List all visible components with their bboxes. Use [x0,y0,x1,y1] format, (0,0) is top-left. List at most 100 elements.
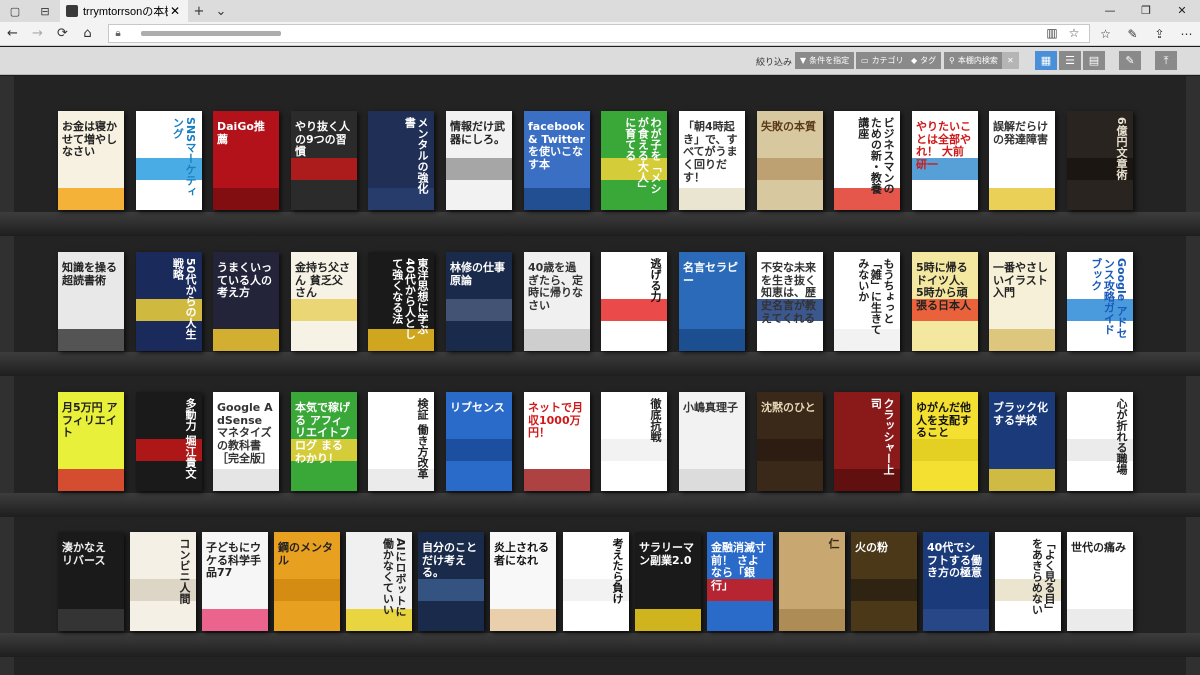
filter-label: 絞り込み [756,58,793,68]
book-cover[interactable]: ネットで月収1000万円！ [524,392,590,491]
book-title: DaiGo推薦 [217,120,265,146]
close-window-button[interactable]: ✕ [1164,0,1200,22]
book-cover[interactable]: 「よく見る目」をあきらめない [995,532,1061,631]
book-title: 情報だけ武器にしろ。 [450,120,505,146]
book-cover[interactable]: サラリーマン副業2.0 [635,532,701,631]
book-cover[interactable]: 月5万円 アフィリエイト [58,392,124,491]
favorite-star-icon[interactable]: ☆ [1063,25,1085,42]
book-cover[interactable]: 失敗の本質 [757,111,823,210]
book-cover[interactable]: やり抜く人の9つの習慣 [291,111,357,210]
refresh-button[interactable]: ⟳ [50,26,75,41]
share-icon[interactable]: ⇪ [1146,22,1173,46]
more-menu-icon[interactable]: ⋯ [1173,22,1200,46]
book-cover[interactable]: 火の粉 [851,532,917,631]
book-cover[interactable]: Google AdSense マネタイズの教科書［完全版］ [213,392,279,491]
book-cover[interactable]: 小嶋真理子 [679,392,745,491]
home-button[interactable]: ⌂ [75,26,100,41]
book-cover[interactable]: コンビニ人間 [130,532,196,631]
book-cover[interactable]: メンタルの強化書 [368,111,434,210]
clear-filter-button[interactable]: ✕ [1002,52,1019,69]
book-cover[interactable]: お金は寝かせて増やしなさい [58,111,124,210]
book-cover[interactable]: 情報だけ武器にしろ。 [446,111,512,210]
tab-actions-icon[interactable]: ▢ [0,0,30,22]
book-cover[interactable]: 誤解だらけの発達障害 [989,111,1055,210]
book-cover[interactable]: 一番やさしいイラスト入門 [989,252,1055,351]
book-cover[interactable]: 炎上される者になれ [490,532,556,631]
book-cover[interactable]: 本気で稼げる アフィリエイトブログ まるわかり！ [291,392,357,491]
book-cover[interactable]: ビジネスマンのための新・教養講座 [834,111,900,210]
book-cover[interactable]: やりたいことは全部やれ！ 大前研一 [912,111,978,210]
book-cover[interactable]: 湊かなえ リバース [58,532,124,631]
browser-tab-bar: ▢ ⊟ trrymtorrsonの本棚 (trry ✕ + ⌄ — ❐ ✕ [0,0,1200,22]
book-cover[interactable]: facebook & Twitterを使いこなす本 [524,111,590,210]
grid-view-button[interactable]: ▦ [1035,51,1057,70]
book-cover[interactable]: 東洋思想に学ぶ 40代から人として強くなる法 [368,252,434,351]
book-cover[interactable]: Google アドセンス攻略ガイドブック [1067,252,1133,351]
book-cover[interactable]: ブラック化する学校 [989,392,1055,491]
book-title: Google アドセンス攻略ガイドブック [1089,258,1128,339]
book-cover[interactable]: 自分のことだけ考える。 [418,532,484,631]
book-cover[interactable]: 鋼のメンタル [274,532,340,631]
web-note-icon[interactable]: ✎ [1119,22,1146,46]
book-cover[interactable]: もうちょっと「雑」に生きてみないか [834,252,900,351]
reading-view-icon[interactable]: ▥ [1041,25,1063,42]
book-cover[interactable]: リブセンス [446,392,512,491]
settings-wrench-icon[interactable]: ✎ [1119,51,1141,70]
site-favicon-icon [66,5,78,17]
tab-preview-icon[interactable]: ⊟ [30,0,60,22]
book-title: 6億円文章術 [1115,117,1128,180]
book-cover[interactable]: 林修の仕事原論 [446,252,512,351]
book-cover[interactable]: クラッシャー上司 [834,392,900,491]
favorites-list-icon[interactable]: ☆ [1092,22,1119,46]
tab-bookshelf[interactable]: trrymtorrsonの本棚 (trry ✕ [60,0,188,22]
book-title: 子どもにウケる科学手品77 [206,541,261,580]
book-cover[interactable]: 沈黙のひと [757,392,823,491]
scroll-top-button[interactable]: ⤒ [1155,51,1177,70]
book-cover[interactable]: ゆがんだ他人を支配すること [912,392,978,491]
book-cover[interactable]: 「朝4時起き」で、すべてがうまく回りだす！ [679,111,745,210]
book-cover[interactable]: 5時に帰るドイツ人、5時から頑張る日本人 [912,252,978,351]
book-cover[interactable]: 検証 働き方改革 [368,392,434,491]
book-cover-band [757,158,823,180]
tab-menu-chevron-icon[interactable]: ⌄ [210,4,232,19]
book-cover[interactable]: 金融消滅寸前！ さよなら「銀行」 [707,532,773,631]
detail-view-button[interactable]: ▤ [1083,51,1105,70]
tag-filter-button[interactable]: ◆ タグ [906,52,942,69]
close-tab-icon[interactable]: ✕ [168,4,182,18]
book-cover[interactable]: 多動力 堀江貴文 [136,392,202,491]
maximize-button[interactable]: ❐ [1128,0,1164,22]
book-cover[interactable]: 名言セラピー [679,252,745,351]
book-cover[interactable]: うまくいっている人の考え方 [213,252,279,351]
back-button[interactable]: ← [0,26,25,41]
book-cover-band [679,329,745,351]
book-cover[interactable]: 知識を操る超読書術 [58,252,124,351]
book-cover[interactable]: 世代の痛み [1067,532,1133,631]
book-cover-band [418,579,484,601]
book-cover[interactable]: SNSマーケティング [136,111,202,210]
book-cover[interactable]: 40代でシフトする働き方の極意 [923,532,989,631]
shelf-search-button[interactable]: ⚲ 本棚内検索 [944,52,1003,69]
new-tab-button[interactable]: + [188,4,210,19]
condition-filter-button[interactable]: ▼ 条件を指定 [795,52,855,69]
list-view-button[interactable]: ☰ [1059,51,1081,70]
book-cover[interactable]: 不安な未来を生き抜く知恵は、歴史名言が教えてくれる [757,252,823,351]
book-cover[interactable]: 仁 [779,532,845,631]
book-cover[interactable]: わが子を「メシが食える大人」に育てる [601,111,667,210]
minimize-button[interactable]: — [1092,0,1128,22]
forward-button[interactable]: → [25,26,50,41]
book-cover[interactable]: 金持ち父さん 貧乏父さん [291,252,357,351]
book-cover[interactable]: 50代からの人生戦略 [136,252,202,351]
book-cover[interactable]: 徹底抗戦 [601,392,667,491]
book-cover[interactable]: 逃げる力 [601,252,667,351]
category-filter-button[interactable]: ▭ カテゴリ [856,52,909,69]
book-cover[interactable]: DaiGo推薦 [213,111,279,210]
book-title: コンビニ人間 [178,538,191,604]
address-bar[interactable]: 🔒︎ ▥ ☆ [108,24,1090,43]
book-cover[interactable]: 考えたら負け [563,532,629,631]
book-cover[interactable]: 心が折れる職場 [1067,392,1133,491]
book-cover-band [446,439,512,461]
book-cover[interactable]: AIにロボットに働かなくていい [346,532,412,631]
book-cover[interactable]: 40歳を過ぎたら、定時に帰りなさい [524,252,590,351]
book-cover[interactable]: 子どもにウケる科学手品77 [202,532,268,631]
book-cover[interactable]: 6億円文章術 [1067,111,1133,210]
